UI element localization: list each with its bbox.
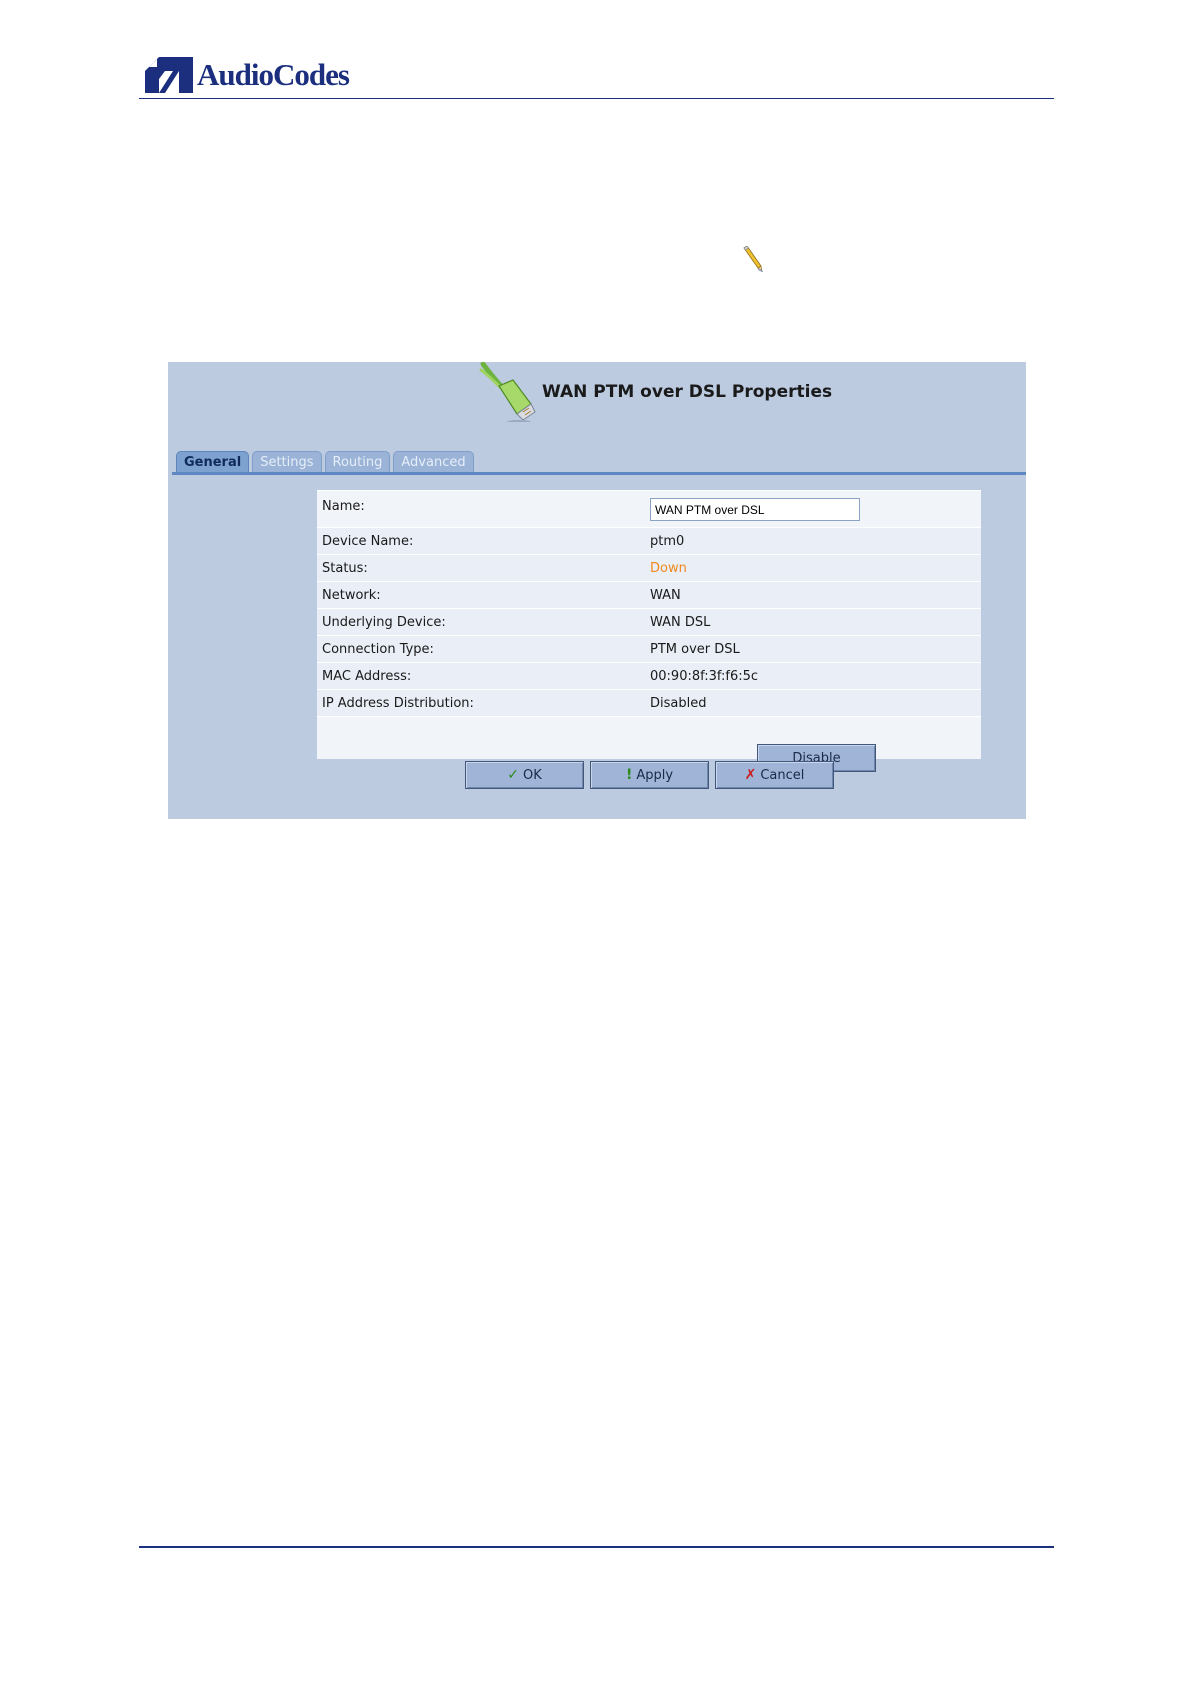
logo-text: AudioCodes — [197, 57, 350, 92]
table-row: Status: Down — [317, 555, 981, 582]
table-row: IP Address Distribution: Disabled — [317, 690, 981, 717]
footer-rule — [139, 1546, 1054, 1548]
tab-underline — [172, 472, 1026, 475]
cancel-button[interactable]: ✗ Cancel — [715, 761, 834, 789]
x-mark-icon: ✗ — [744, 767, 757, 783]
device-name-value: ptm0 — [650, 534, 685, 549]
mac-address-value: 00:90:8f:3f:f6:5c — [650, 669, 759, 684]
underlying-device-label: Underlying Device: — [322, 615, 446, 630]
connection-type-value: PTM over DSL — [650, 642, 740, 657]
name-input[interactable] — [650, 498, 860, 521]
audiocodes-logo-icon — [145, 57, 193, 93]
network-label: Network: — [322, 588, 381, 603]
dialog-title: WAN PTM over DSL Properties — [542, 382, 833, 402]
properties-dialog: WAN PTM over DSL Properties General Sett… — [168, 362, 1026, 819]
ok-button-label: OK — [522, 767, 542, 783]
name-label: Name: — [322, 499, 365, 514]
tab-general[interactable]: General — [176, 451, 250, 473]
pencil-icon — [743, 246, 763, 272]
cancel-button-label: Cancel — [760, 767, 805, 783]
connection-type-label: Connection Type: — [322, 642, 434, 657]
table-row: Connection Type: PTM over DSL — [317, 636, 981, 663]
table-row: MAC Address: 00:90:8f:3f:f6:5c — [317, 663, 981, 690]
table-row: Network: WAN — [317, 582, 981, 609]
table-row: Underlying Device: WAN DSL — [317, 609, 981, 636]
audiocodes-logo: AudioCodes — [145, 57, 350, 93]
status-label: Status: — [322, 561, 368, 576]
name-row: Name: — [317, 491, 981, 528]
checkmark-icon: ✓ — [507, 767, 519, 783]
tab-settings[interactable]: Settings — [252, 451, 322, 473]
ip-distribution-label: IP Address Distribution: — [322, 696, 474, 711]
apply-button[interactable]: ! Apply — [590, 761, 709, 789]
device-name-label: Device Name: — [322, 534, 414, 549]
properties-table: Name: Device Name: ptm0 Status: Down Net… — [317, 490, 981, 772]
header-rule — [139, 98, 1054, 99]
mac-address-label: MAC Address: — [322, 669, 412, 684]
network-value: WAN — [650, 588, 681, 603]
disable-row — [317, 717, 981, 759]
tab-bar: General Settings Routing Advanced — [176, 451, 474, 473]
tab-advanced[interactable]: Advanced — [393, 451, 474, 473]
underlying-device-value: WAN DSL — [650, 615, 711, 630]
ok-button[interactable]: ✓ OK — [465, 761, 584, 789]
network-cable-icon — [479, 362, 536, 422]
action-bar: ✓ OK ! Apply ✗ Cancel — [465, 761, 834, 789]
table-row: Device Name: ptm0 — [317, 528, 981, 555]
status-value: Down — [650, 561, 687, 576]
exclamation-icon: ! — [625, 767, 633, 783]
ip-distribution-value: Disabled — [650, 696, 707, 711]
tab-routing[interactable]: Routing — [324, 451, 391, 473]
apply-button-label: Apply — [636, 767, 674, 783]
